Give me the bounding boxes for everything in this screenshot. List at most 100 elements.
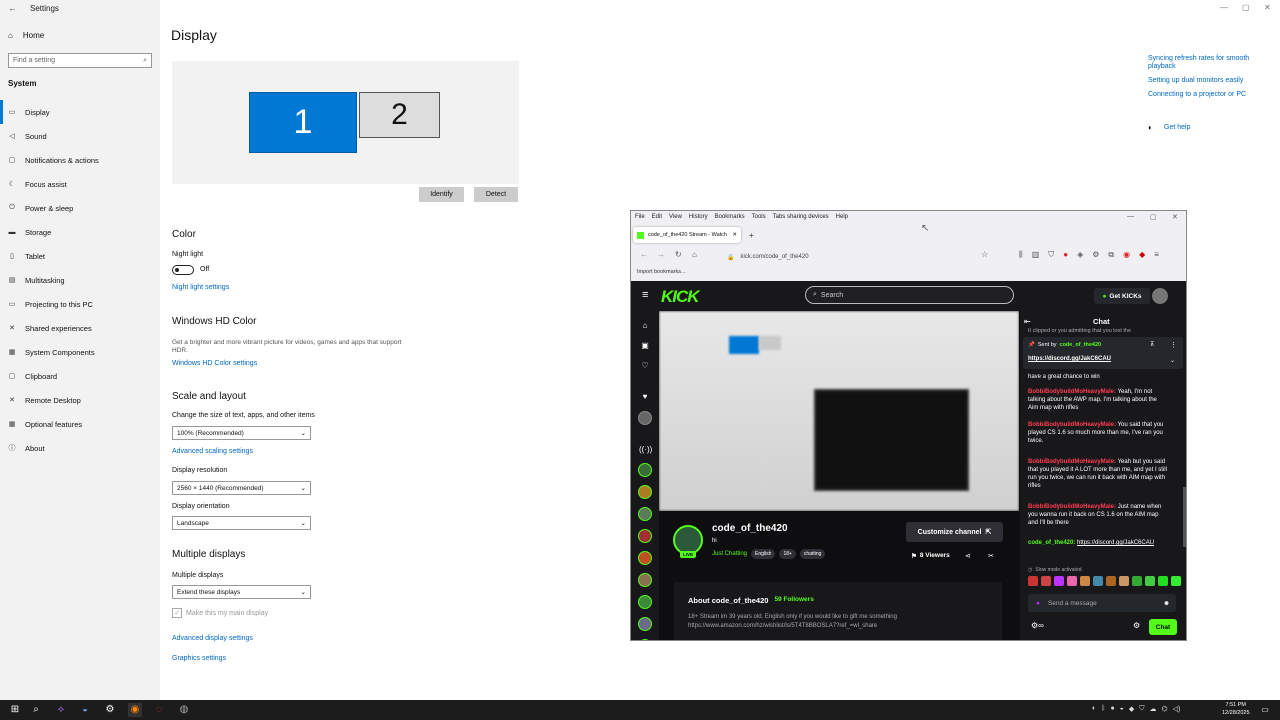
scale-dropdown[interactable]: 100% (Recommended) ⌄ bbox=[172, 426, 311, 440]
chat-send-button[interactable]: Chat bbox=[1149, 619, 1177, 635]
discord-icon[interactable]: ◐ bbox=[1092, 705, 1096, 713]
visual-studio-icon[interactable]: ⟡ bbox=[54, 703, 68, 717]
message-user[interactable]: code_of_the420: bbox=[1028, 540, 1075, 546]
sidebar-item-clipboard[interactable]: ▢ Clipboard bbox=[0, 364, 160, 388]
collapse-chat-icon[interactable]: ⇤ bbox=[1024, 317, 1031, 326]
new-tab-icon[interactable]: + bbox=[749, 231, 754, 240]
message-user[interactable]: BobbiBodybuildMoHeavyMale: bbox=[1028, 389, 1116, 395]
network-icon[interactable]: ⌬ bbox=[1162, 705, 1168, 713]
puzzle-icon[interactable]: ⧉ bbox=[1108, 250, 1114, 260]
monitor-2[interactable]: 2 bbox=[359, 92, 440, 138]
live-icon[interactable]: ((·)) bbox=[639, 445, 652, 457]
url-bar[interactable]: 🔒 kick.com/code_of_the420 bbox=[727, 250, 987, 264]
volume-icon[interactable]: ◁) bbox=[1173, 705, 1181, 713]
sidebar-item-focus-assist[interactable]: ☾ Focus assist bbox=[0, 172, 160, 196]
emoji-icon[interactable]: ☻ bbox=[1163, 600, 1170, 607]
nvidia-icon[interactable]: ◆ bbox=[1129, 705, 1134, 713]
back-icon[interactable]: ← bbox=[640, 250, 648, 259]
sidebar-item-optional-features[interactable]: ▦ Optional features bbox=[0, 412, 160, 436]
graphics-settings-link[interactable]: Graphics settings bbox=[172, 655, 226, 662]
shield-icon[interactable]: ⛉ bbox=[1048, 250, 1054, 260]
browser-tab[interactable]: code_of_the420 Stream - Watch ✕ bbox=[633, 227, 741, 243]
spotify-icon[interactable]: ● bbox=[1110, 705, 1114, 713]
sidebar-item-system-components[interactable]: ▦ System Components bbox=[0, 340, 160, 364]
reload-icon[interactable]: ↻ bbox=[675, 250, 682, 259]
night-light-toggle[interactable] bbox=[172, 265, 194, 275]
minimize-icon[interactable]: — bbox=[1127, 213, 1134, 220]
sidebar-item-storage[interactable]: ▬ Storage bbox=[0, 220, 160, 244]
firefox-icon[interactable]: ◉ bbox=[128, 703, 142, 717]
emote-icon[interactable] bbox=[1106, 576, 1116, 586]
sidebar-item-multitasking[interactable]: ▤ Multitasking bbox=[0, 268, 160, 292]
menu-hamburger-icon[interactable]: ≡ bbox=[1154, 250, 1159, 260]
following-icon[interactable]: ♡ bbox=[639, 361, 651, 373]
menu-tabs-sharing[interactable]: Tabs sharing devices bbox=[773, 214, 829, 220]
pinned-user[interactable]: code_of_the420 bbox=[1060, 342, 1102, 348]
privacy-icon[interactable]: ◈ bbox=[1077, 250, 1083, 260]
extension-icon[interactable]: ● bbox=[1063, 250, 1068, 260]
clip-icon[interactable]: ✂ bbox=[988, 552, 994, 560]
hamburger-menu-icon[interactable]: ≡ bbox=[642, 289, 648, 301]
tag-pill[interactable]: 18+ bbox=[779, 549, 796, 559]
minimize-icon[interactable]: — bbox=[1220, 3, 1228, 12]
message-link[interactable]: https://discord.gg/JakC6CAU bbox=[1077, 540, 1154, 546]
close-icon[interactable]: ✕ bbox=[1264, 3, 1271, 12]
addon-icon[interactable]: ◆ bbox=[1139, 250, 1145, 260]
followed-channel-avatar[interactable] bbox=[638, 463, 652, 477]
more-options-icon[interactable]: ⋮ bbox=[1170, 341, 1177, 349]
emote-icon[interactable] bbox=[1028, 576, 1038, 586]
resolution-dropdown[interactable]: 2560 × 1440 (Recommended) ⌄ bbox=[172, 481, 311, 495]
kick-logo[interactable]: KICK bbox=[661, 287, 700, 307]
emote-icon[interactable] bbox=[1093, 576, 1103, 586]
back-arrow-icon[interactable]: ← bbox=[8, 3, 17, 13]
bluetooth-icon[interactable]: ᛒ bbox=[1101, 705, 1105, 713]
channel-name[interactable]: code_of_the420 bbox=[712, 523, 788, 534]
get-kicks-button[interactable]: ● Get KICKs bbox=[1094, 288, 1150, 304]
emote-icon[interactable] bbox=[1145, 576, 1155, 586]
emote-icon[interactable] bbox=[1041, 576, 1051, 586]
followed-channel-avatar[interactable] bbox=[638, 595, 652, 609]
identify-button[interactable]: Identify bbox=[419, 187, 464, 202]
advanced-display-link[interactable]: Advanced display settings bbox=[172, 635, 253, 642]
orientation-dropdown[interactable]: Landscape ⌄ bbox=[172, 516, 311, 530]
sidebar-icon[interactable]: ▥ bbox=[1032, 250, 1040, 260]
heart-icon[interactable]: ♥ bbox=[639, 392, 651, 404]
emote-icon[interactable] bbox=[1054, 576, 1064, 586]
library-icon[interactable]: ⫼ bbox=[1019, 250, 1023, 260]
home-icon[interactable]: ⌂ bbox=[639, 321, 651, 333]
sidebar-item-remote-desktop[interactable]: ✕ Remote Desktop bbox=[0, 388, 160, 412]
category-link[interactable]: Just Chatting bbox=[712, 551, 747, 557]
tab-close-icon[interactable]: ✕ bbox=[732, 232, 737, 238]
tag-pill[interactable]: chatting bbox=[799, 549, 826, 559]
cloud-icon[interactable]: ☁ bbox=[1150, 705, 1157, 713]
sidebar-item-tablet[interactable]: ▯ Tablet bbox=[0, 244, 160, 268]
followed-channel-avatar[interactable] bbox=[638, 551, 652, 565]
notification-icon[interactable]: ▭ bbox=[1258, 703, 1272, 717]
settings-icon[interactable]: ⚙ bbox=[1092, 250, 1099, 260]
followed-channel-avatar[interactable] bbox=[638, 529, 652, 543]
emote-icon[interactable] bbox=[1080, 576, 1090, 586]
browse-icon[interactable]: ▣ bbox=[639, 341, 651, 353]
emote-icon[interactable] bbox=[1171, 576, 1181, 586]
tag-pill[interactable]: English bbox=[751, 549, 776, 559]
pinned-link[interactable]: https://discord.gg/JakC6CAU bbox=[1028, 356, 1111, 362]
taskbar-clock[interactable]: 7:51 PM 12/28/2025 bbox=[1222, 701, 1250, 717]
advanced-scaling-link[interactable]: Advanced scaling settings bbox=[172, 448, 253, 455]
customize-channel-button[interactable]: Customize channel ⇱ bbox=[906, 522, 1003, 542]
chat-settings-icon[interactable]: ⚙ bbox=[1133, 621, 1140, 630]
menu-history[interactable]: History bbox=[689, 214, 708, 220]
search-icon[interactable]: ⌕ bbox=[29, 703, 43, 717]
emote-icon[interactable] bbox=[1067, 576, 1077, 586]
followed-channel-avatar[interactable] bbox=[638, 485, 652, 499]
menu-edit[interactable]: Edit bbox=[652, 214, 662, 220]
message-user[interactable]: BobbiBodybuildMoHeavyMale: bbox=[1028, 459, 1116, 465]
sidebar-item-about[interactable]: ⓘ About bbox=[0, 436, 160, 460]
get-help-link[interactable]: Get help bbox=[1164, 124, 1274, 132]
menu-bookmarks[interactable]: Bookmarks bbox=[715, 214, 745, 220]
steam-icon[interactable]: ◒ bbox=[78, 703, 92, 717]
maximize-icon[interactable]: ▢ bbox=[1242, 3, 1250, 12]
settings-icon[interactable]: ⚙ bbox=[103, 703, 117, 717]
followed-channel-avatar[interactable] bbox=[638, 507, 652, 521]
import-bookmarks[interactable]: Import bookmarks... bbox=[637, 269, 686, 275]
kick-search-input[interactable]: ⌕ Search bbox=[805, 286, 1014, 304]
